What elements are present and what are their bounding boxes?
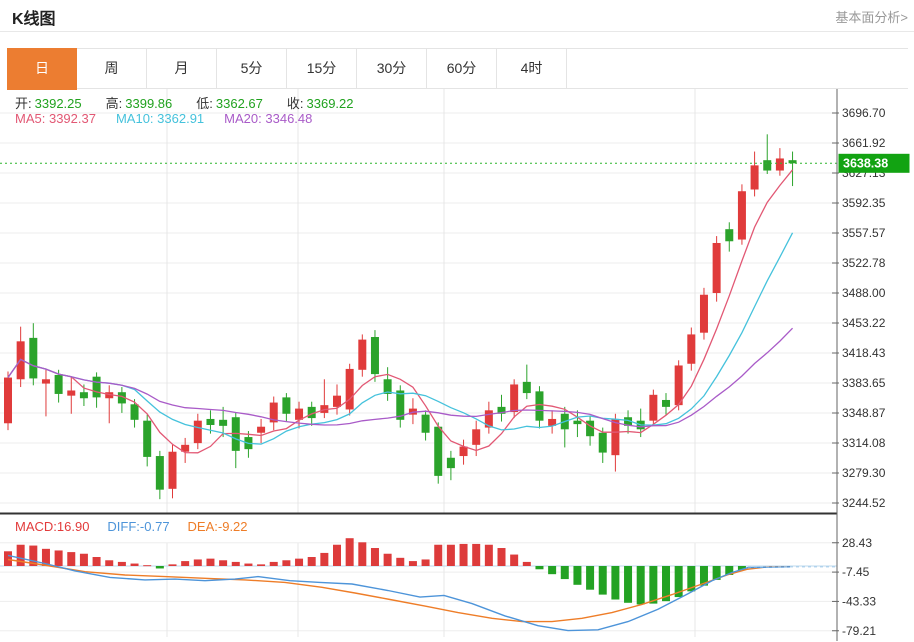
- dea-value: DEA:-9.22: [188, 519, 248, 534]
- current-price-marker: 3638.38: [839, 154, 910, 173]
- svg-text:28.43: 28.43: [842, 536, 872, 550]
- svg-text:3314.08: 3314.08: [842, 436, 886, 450]
- close-item: 收:3369.22: [287, 93, 354, 112]
- svg-text:3488.00: 3488.00: [842, 286, 886, 300]
- ma-legend: MA5: 3392.37 MA10: 3362.91 MA20: 3346.48: [15, 111, 312, 126]
- tab-60min[interactable]: 60分: [427, 49, 497, 88]
- ma10-item: MA10: 3362.91: [116, 111, 204, 126]
- svg-text:3696.70: 3696.70: [842, 106, 886, 120]
- high-value: 3399.86: [125, 96, 172, 111]
- svg-text:3453.22: 3453.22: [842, 316, 886, 330]
- ma5-item: MA5: 3392.37: [15, 111, 96, 126]
- tab-5min[interactable]: 5分: [217, 49, 287, 88]
- svg-text:-7.45: -7.45: [842, 565, 870, 579]
- high-item: 高:3399.86: [106, 93, 173, 112]
- ma-layer: [0, 163, 837, 452]
- ma20-item: MA20: 3346.48: [224, 111, 312, 126]
- period-tab-bar: 日 周 月 5分 15分 30分 60分 4时: [7, 48, 908, 89]
- open-item: 开:3392.25: [15, 93, 82, 112]
- fundamental-analysis-link[interactable]: 基本面分析>: [835, 7, 908, 26]
- tab-day[interactable]: 日: [7, 48, 77, 90]
- ohlc-legend: 开:3392.25 高:3399.86 低:3362.67 收:3369.22: [15, 93, 354, 112]
- low-item: 低:3362.67: [196, 93, 263, 112]
- page-title: K线图: [12, 5, 56, 29]
- tab-4hour[interactable]: 4时: [497, 49, 567, 88]
- page-header: K线图 基本面分析>: [0, 0, 914, 32]
- tab-15min[interactable]: 15分: [287, 49, 357, 88]
- diff-line: [8, 555, 790, 630]
- svg-text:3522.78: 3522.78: [842, 256, 886, 270]
- macd-value: MACD:16.90: [15, 519, 89, 534]
- candlestick-layer: [4, 134, 797, 499]
- macd-layer: [4, 538, 836, 630]
- svg-text:3661.92: 3661.92: [842, 136, 886, 150]
- close-value: 3369.22: [307, 96, 354, 111]
- svg-text:-79.21: -79.21: [842, 624, 876, 638]
- svg-text:3348.87: 3348.87: [842, 406, 886, 420]
- macd-legend: MACD:16.90 DIFF:-0.77 DEA:-9.22: [15, 519, 248, 534]
- grid-layer: [0, 88, 837, 637]
- tab-month[interactable]: 月: [147, 49, 217, 88]
- open-value: 3392.25: [35, 96, 82, 111]
- svg-text:3279.30: 3279.30: [842, 466, 886, 480]
- svg-text:3638.38: 3638.38: [843, 156, 888, 170]
- dea-line: [8, 560, 790, 622]
- low-value: 3362.67: [216, 96, 263, 111]
- tab-week[interactable]: 周: [77, 49, 147, 88]
- svg-text:-43.33: -43.33: [842, 594, 876, 608]
- diff-value: DIFF:-0.77: [107, 519, 169, 534]
- svg-text:3557.57: 3557.57: [842, 226, 886, 240]
- svg-text:3244.52: 3244.52: [842, 496, 886, 510]
- tab-30min[interactable]: 30分: [357, 49, 427, 88]
- svg-text:3592.35: 3592.35: [842, 196, 886, 210]
- svg-text:3418.43: 3418.43: [842, 346, 886, 360]
- svg-text:3383.65: 3383.65: [842, 376, 886, 390]
